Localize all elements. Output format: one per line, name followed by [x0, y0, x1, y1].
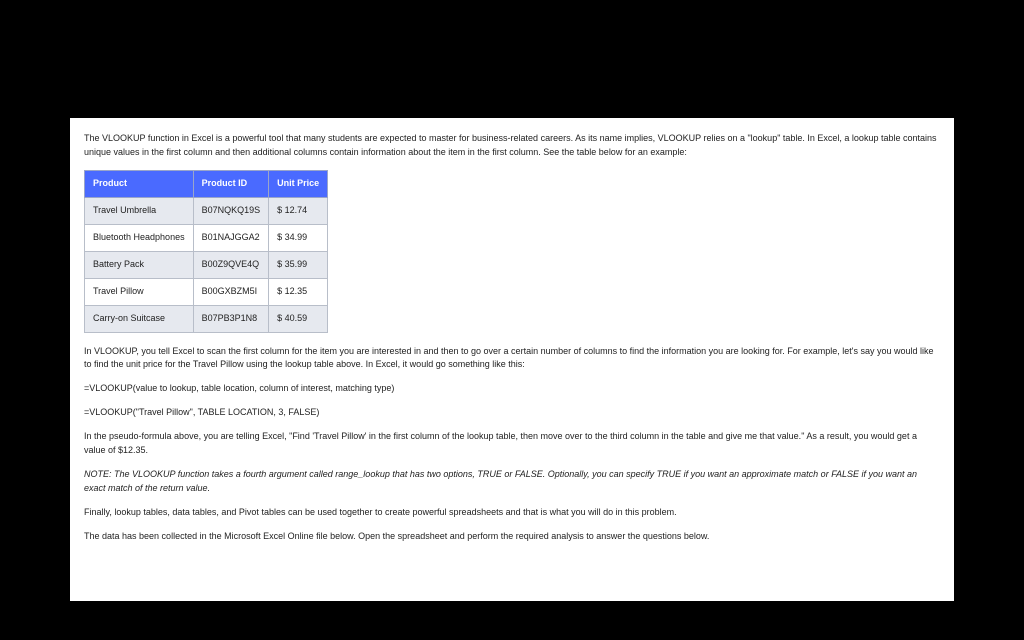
document-page: The VLOOKUP function in Excel is a power… — [70, 118, 954, 601]
cell-id: B07PB3P1N8 — [193, 305, 269, 332]
table-row: Travel Pillow B00GXBZM5I $ 12.35 — [85, 278, 328, 305]
cell-price: $ 34.99 — [269, 224, 328, 251]
closing-paragraph-2: The data has been collected in the Micro… — [84, 530, 940, 544]
cell-id: B00Z9QVE4Q — [193, 251, 269, 278]
col-header-unit-price: Unit Price — [269, 170, 328, 197]
cell-id: B00GXBZM5I — [193, 278, 269, 305]
lookup-table: Product Product ID Unit Price Travel Umb… — [84, 170, 328, 333]
col-header-product-id: Product ID — [193, 170, 269, 197]
cell-price: $ 40.59 — [269, 305, 328, 332]
closing-paragraph-1: Finally, lookup tables, data tables, and… — [84, 506, 940, 520]
pseudo-paragraph: In the pseudo-formula above, you are tel… — [84, 430, 940, 458]
table-row: Battery Pack B00Z9QVE4Q $ 35.99 — [85, 251, 328, 278]
table-row: Carry-on Suitcase B07PB3P1N8 $ 40.59 — [85, 305, 328, 332]
explain-paragraph: In VLOOKUP, you tell Excel to scan the f… — [84, 345, 940, 373]
cell-price: $ 12.74 — [269, 197, 328, 224]
cell-id: B01NAJGGA2 — [193, 224, 269, 251]
col-header-product: Product — [85, 170, 194, 197]
cell-product: Bluetooth Headphones — [85, 224, 194, 251]
cell-price: $ 12.35 — [269, 278, 328, 305]
cell-product: Travel Pillow — [85, 278, 194, 305]
table-row: Bluetooth Headphones B01NAJGGA2 $ 34.99 — [85, 224, 328, 251]
note-paragraph: NOTE: The VLOOKUP function takes a fourt… — [84, 468, 940, 496]
formula-generic: =VLOOKUP(value to lookup, table location… — [84, 382, 940, 396]
intro-paragraph: The VLOOKUP function in Excel is a power… — [84, 132, 940, 160]
cell-price: $ 35.99 — [269, 251, 328, 278]
table-header-row: Product Product ID Unit Price — [85, 170, 328, 197]
table-row: Travel Umbrella B07NQKQ19S $ 12.74 — [85, 197, 328, 224]
cell-id: B07NQKQ19S — [193, 197, 269, 224]
formula-example: =VLOOKUP("Travel Pillow", TABLE LOCATION… — [84, 406, 940, 420]
cell-product: Carry-on Suitcase — [85, 305, 194, 332]
cell-product: Travel Umbrella — [85, 197, 194, 224]
cell-product: Battery Pack — [85, 251, 194, 278]
